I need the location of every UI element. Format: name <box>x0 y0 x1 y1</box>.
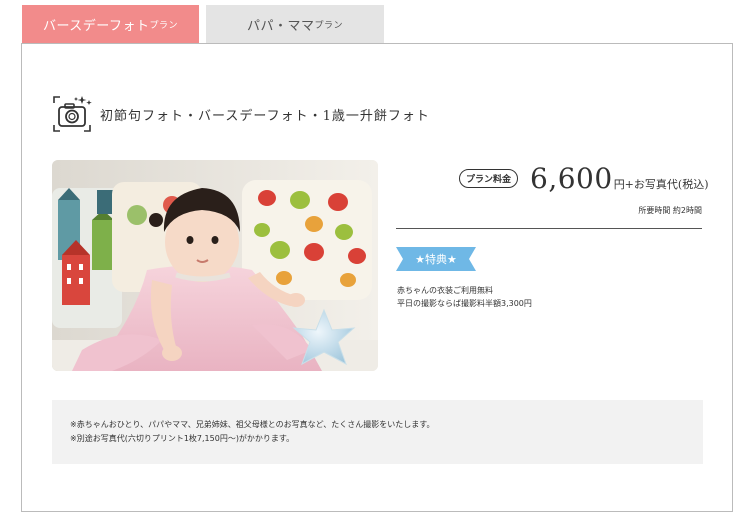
duration-text: 所要時間 約2時間 <box>638 206 702 215</box>
tab-birthday-label: バースデーフォト <box>42 18 150 34</box>
baby-photo <box>52 160 378 371</box>
notes-box: ※赤ちゃんおひとり、パパやママ、兄弟姉妹、祖父母様とのお写真など、たくさん撮影を… <box>52 400 703 464</box>
camera-sparkle-icon <box>52 94 92 134</box>
benefit-label: ★特典★ <box>415 253 457 266</box>
note-line: ※赤ちゃんおひとり、パパやママ、兄弟姉妹、祖父母様とのお写真など、たくさん撮影を… <box>70 420 435 429</box>
benefit-item: 赤ちゃんの衣装ご利用無料 <box>397 286 493 295</box>
tab-papa-mama-label: パパ・ママ <box>246 18 315 34</box>
note-line: ※別途お写真代(六切りプリント1枚7,150円〜)がかかります。 <box>70 434 295 443</box>
plan-title: 初節句フォト・バースデーフォト・1歳一升餅フォト <box>100 108 430 124</box>
price-row: プラン料金 6,600 円+お写真代(税込) <box>459 162 709 195</box>
benefit-item: 平日の撮影ならば撮影料半額3,300円 <box>397 299 532 308</box>
tab-papa-mama-suffix: プラン <box>314 20 344 31</box>
tab-papa-mama[interactable]: パパ・ママ プラン <box>206 5 384 43</box>
tab-birthday-suffix: プラン <box>149 20 179 31</box>
price-badge: プラン料金 <box>459 169 519 188</box>
plan-title-row: 初節句フォト・バースデーフォト・1歳一升餅フォト <box>52 94 430 134</box>
tab-birthday-photo[interactable]: バースデーフォト プラン <box>22 5 199 51</box>
price-amount: 6,600 <box>530 162 613 195</box>
benefit-ribbon: ★特典★ <box>396 247 476 271</box>
price-suffix: 円+お写真代(税込) <box>613 178 709 191</box>
plan-panel: 初節句フォト・バースデーフォト・1歳一升餅フォト プラン料金 6,600 円+お… <box>21 43 733 512</box>
price-divider <box>396 228 702 229</box>
